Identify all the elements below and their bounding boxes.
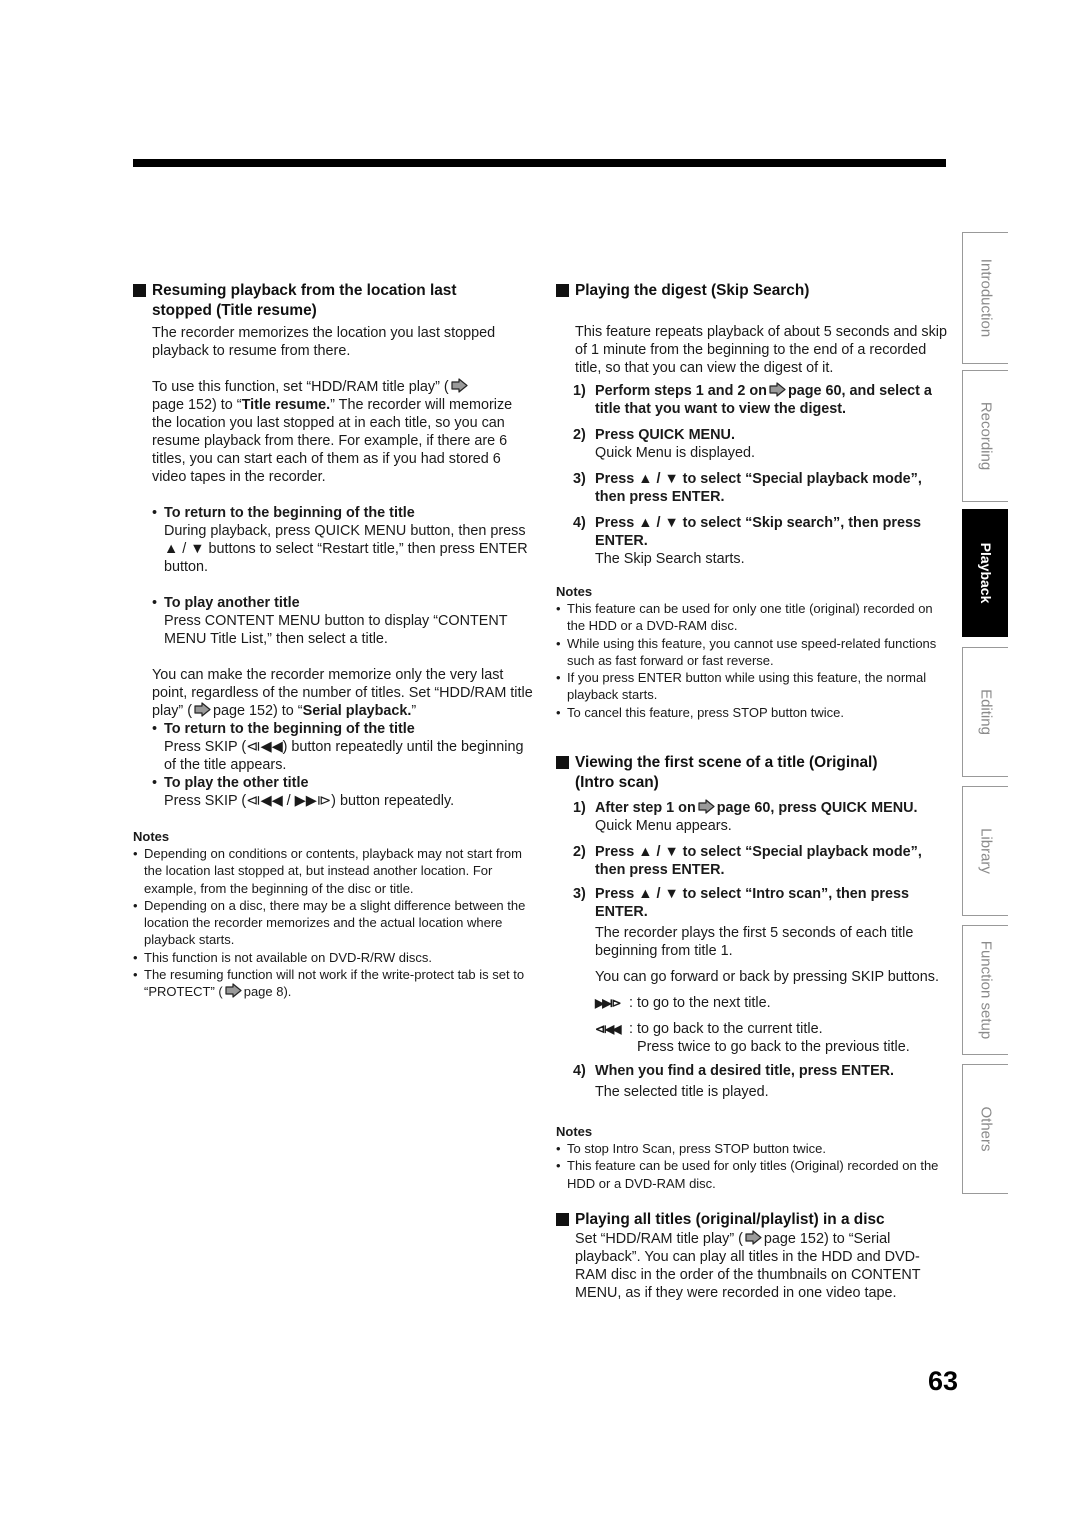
section-heading-all-titles: Playing all titles (original/playlist) i…	[556, 1210, 951, 1230]
notes-title: Notes	[133, 829, 170, 844]
list-item: • To play the other title Press SKIP (⧏◀…	[152, 775, 455, 809]
step-item: 2) Press ▲ / ▼ to select “Special playba…	[573, 844, 922, 879]
tab-editing[interactable]: Editing	[962, 647, 1008, 777]
left-column: Resuming playback from the location last…	[133, 281, 533, 1001]
notes-title: Notes	[556, 1124, 593, 1140]
right-column: Playing the digest (Skip Search) This fe…	[556, 281, 951, 1302]
tab-others[interactable]: Others	[962, 1064, 1008, 1194]
step-item: 4) Press ▲ / ▼ to select “Skip search”, …	[573, 515, 922, 567]
skip-next-row: ▶▶⧐: to go to the next title.	[595, 995, 771, 1012]
page-number: 63	[928, 1366, 959, 1396]
paragraph: You can make the recorder memorize only …	[152, 667, 533, 719]
page-reference-arrow-icon	[451, 378, 468, 393]
notes-block: Notes • Depending on conditions or conten…	[133, 828, 533, 1001]
note-item: • This feature can be used for only title…	[556, 1158, 939, 1191]
paragraph: Set “HDD/RAM title play” (page 152) to “…	[575, 1230, 921, 1301]
page-reference-arrow-icon	[194, 702, 211, 717]
notes-title: Notes	[556, 584, 593, 599]
step-item: 1) Perform steps 1 and 2 on page 60, and …	[573, 382, 932, 417]
list-item: • To play another title Press CONTENT ME…	[152, 595, 508, 647]
header-rule	[133, 159, 946, 167]
tab-recording[interactable]: Recording	[962, 370, 1008, 502]
note-item: • Depending on conditions or contents, pl…	[133, 846, 522, 896]
tab-introduction[interactable]: Introduction	[962, 232, 1008, 364]
note-item: • Depending on a disc, there may be a sli…	[133, 897, 526, 948]
list-item: • To return to the beginning of the titl…	[152, 721, 524, 773]
square-bullet-icon	[133, 284, 146, 297]
step-item: 2) Press QUICK MENU. Quick Menu is displ…	[573, 427, 755, 461]
square-bullet-icon	[556, 284, 569, 297]
page-reference-arrow-icon	[225, 983, 242, 998]
page-reference-arrow-icon	[698, 799, 715, 814]
paragraph: This feature repeats playback of about 5…	[575, 324, 947, 376]
bullet-list: • To return to the beginning of the titl…	[133, 720, 533, 810]
step-item: 1) After step 1 on page 60, press QUICK M…	[573, 799, 918, 835]
step-item: 4) When you find a desired title, press …	[573, 1063, 895, 1101]
note-item: • While using this feature, you cannot us…	[556, 635, 937, 668]
tab-library[interactable]: Library	[962, 786, 1008, 916]
notes-block: Notes • To stop Intro Scan, press STOP bu…	[556, 1123, 951, 1192]
page-reference-arrow-icon	[745, 1230, 762, 1245]
note-item: • To cancel this feature, press STOP butt…	[556, 704, 844, 720]
note-item: • This feature can be used for only one t…	[556, 601, 933, 634]
paragraph: To use this function, set “HDD/RAM title…	[152, 378, 513, 485]
skip-next-icon: ▶▶⧐	[595, 996, 621, 1011]
section-heading-title-resume: Resuming playback from the location last…	[133, 281, 533, 321]
step-item: 3) Press ▲ / ▼ to select “Special playba…	[573, 471, 922, 505]
page-reference-arrow-icon	[769, 382, 786, 397]
section-heading-skip-search: Playing the digest (Skip Search)	[556, 281, 951, 301]
step-item: 3) Press ▲ / ▼ to select “Intro scan”, t…	[573, 886, 939, 986]
note-item: • If you press ENTER button while using t…	[556, 670, 927, 703]
list-item: • To return to the beginning of the titl…	[152, 505, 528, 575]
note-item: • This function is not available on DVD-R…	[133, 949, 433, 965]
note-item: • The resuming function will not work if …	[133, 967, 525, 1000]
tab-function-setup[interactable]: Function setup	[962, 925, 1008, 1055]
notes-block: Notes • This feature can be used for only…	[556, 583, 951, 721]
paragraph: The recorder memorizes the location you …	[152, 325, 496, 359]
note-item: • To stop Intro Scan, press STOP button t…	[556, 1141, 826, 1157]
square-bullet-icon	[556, 1212, 569, 1226]
bullet-list: • To return to the beginning of the titl…	[133, 504, 533, 648]
tab-playback[interactable]: Playback	[962, 509, 1008, 637]
square-bullet-icon	[556, 756, 569, 770]
section-heading-intro-scan: Viewing the first scene of a title (Orig…	[556, 753, 951, 793]
skip-prev-row: ⧏◀◀: to go back to the current title. Pr…	[595, 1021, 910, 1056]
skip-previous-icon: ⧏◀◀	[595, 1022, 621, 1037]
